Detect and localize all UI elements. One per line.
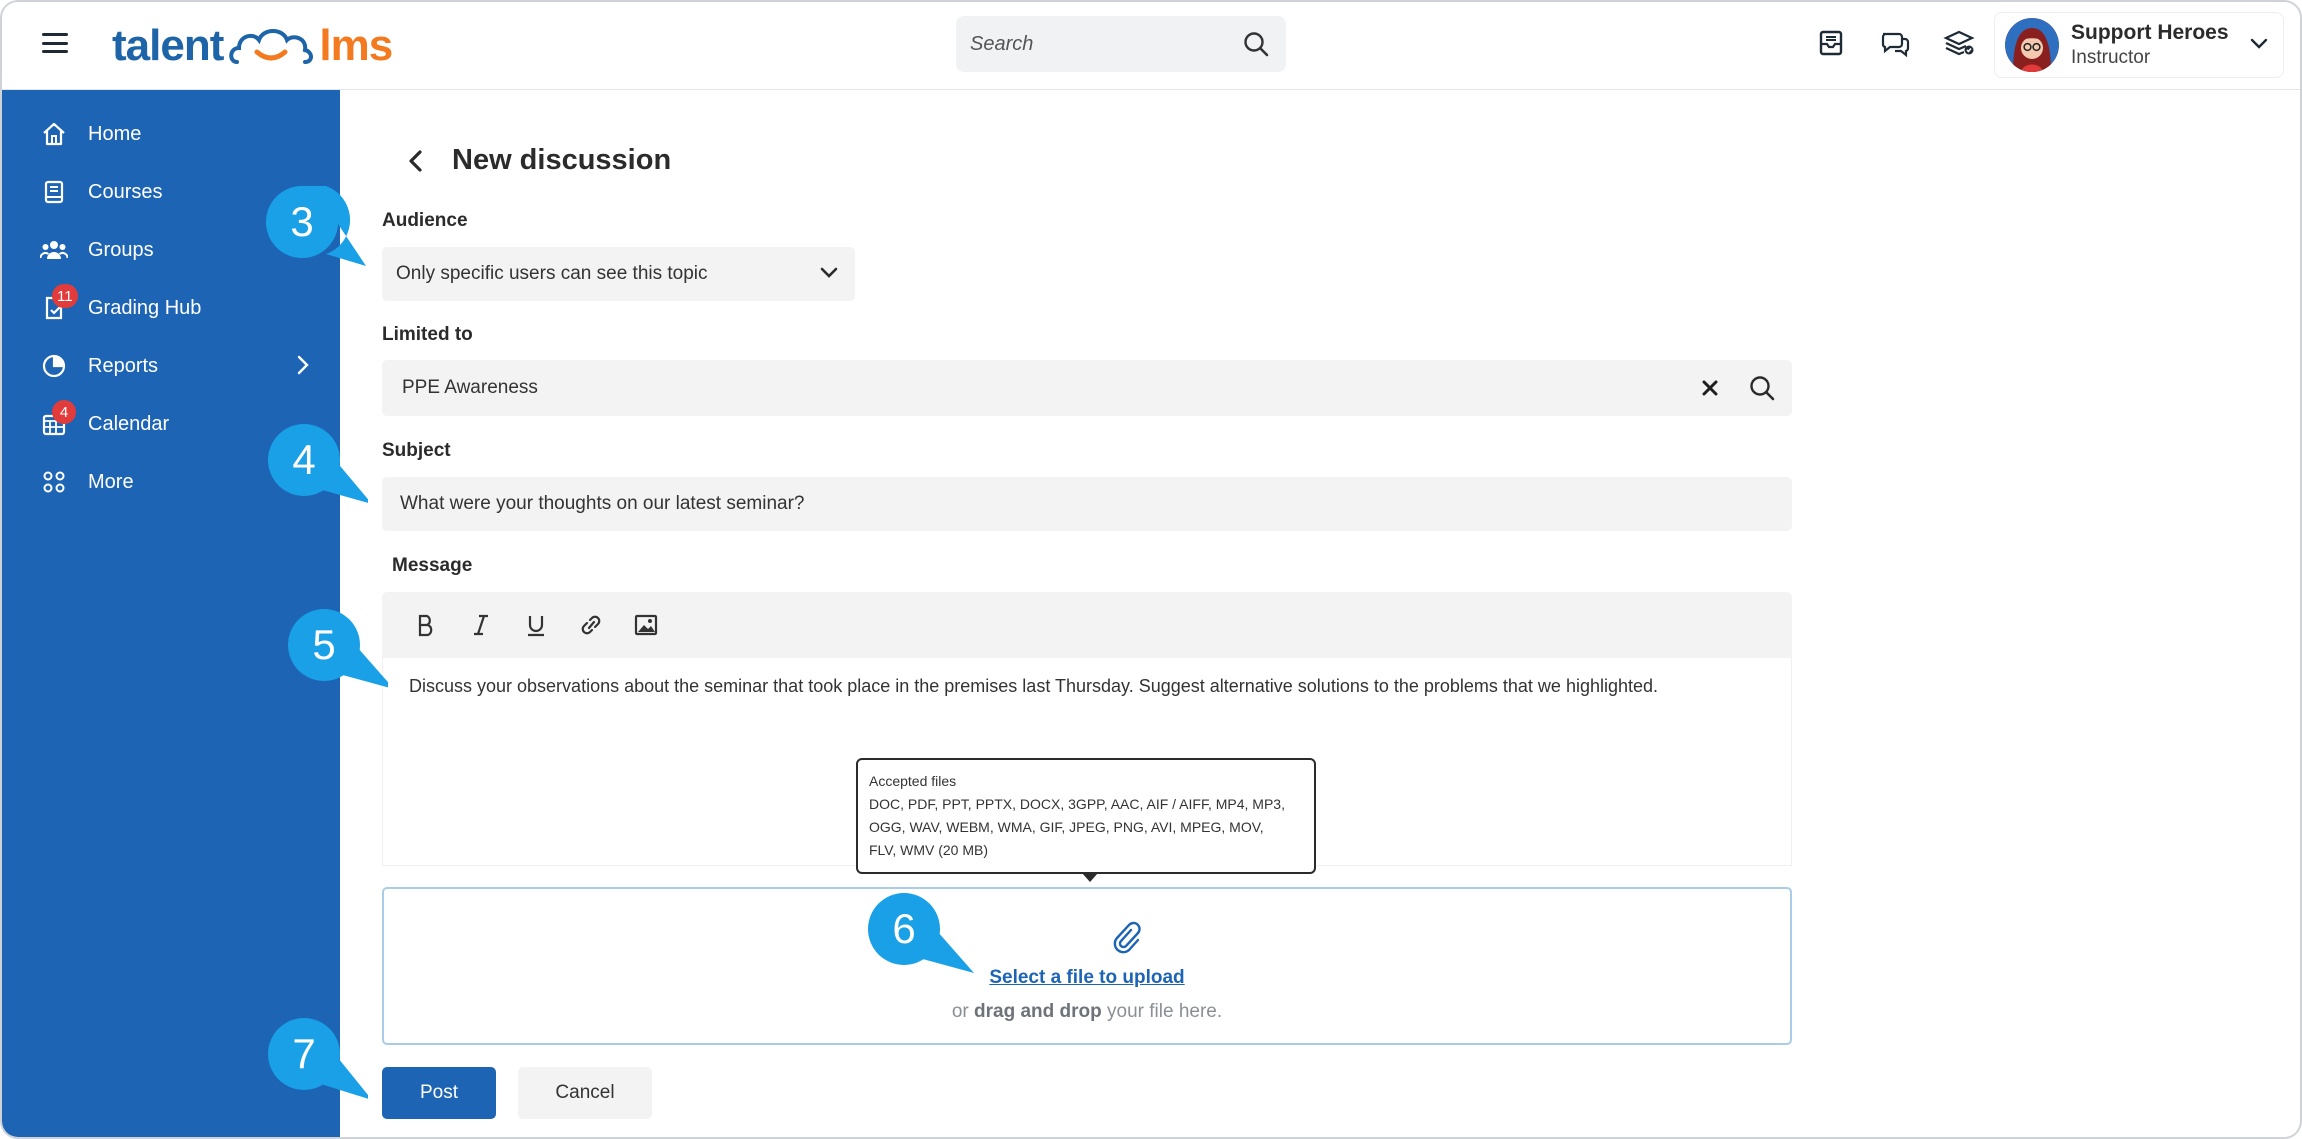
cloud-smile-icon: [229, 29, 314, 64]
callout-number: 7: [292, 1030, 316, 1077]
users-icon: [40, 236, 68, 264]
menu-icon[interactable]: [40, 30, 70, 56]
search-icon[interactable]: [1242, 30, 1270, 58]
user-role: Instructor: [2071, 47, 2151, 68]
upload-hint-bold: drag and drop: [974, 1001, 1102, 1022]
user-name: Support Heroes: [2071, 21, 2229, 44]
upload-hint: or drag and drop your file here.: [384, 1001, 1790, 1023]
search-icon[interactable]: [1748, 374, 1776, 402]
sidebar-item-home[interactable]: Home: [40, 114, 310, 154]
calendar-icon: 4: [40, 400, 76, 438]
sidebar-item-label: Courses: [88, 180, 163, 203]
sidebar-item-label: Reports: [88, 354, 159, 377]
callout-marker: 5: [288, 609, 388, 709]
link-icon[interactable]: [575, 609, 607, 641]
page-title-text: New discussion: [452, 144, 672, 176]
upload-hint-post: your file here.: [1101, 1001, 1223, 1022]
select-file-link[interactable]: Select a file to upload: [384, 967, 1790, 989]
image-icon[interactable]: [630, 609, 662, 641]
limited-to-label: Limited to: [382, 324, 473, 345]
callout-number: 4: [292, 436, 316, 483]
subject-label: Subject: [382, 440, 451, 461]
inbox-icon[interactable]: [1814, 26, 1848, 60]
logo-text-lms: lms: [319, 21, 393, 70]
tooltip-caret: [1082, 873, 1098, 882]
notification-badge: 11: [52, 284, 78, 308]
tooltip-line: FLV, WMV (20 MB): [869, 842, 989, 858]
chevron-down-icon[interactable]: [2249, 37, 2269, 51]
user-menu[interactable]: Support Heroes Instructor: [1994, 12, 2284, 78]
subject-input[interactable]: What were your thoughts on our latest se…: [382, 477, 1792, 531]
avatar: [2005, 18, 2059, 72]
callout-marker: 4: [268, 424, 368, 524]
callout-number: 5: [312, 621, 336, 668]
sidebar-item-label: Home: [88, 122, 142, 145]
courses-stack-icon[interactable]: [1942, 26, 1976, 60]
sidebar-item-label: Groups: [88, 238, 154, 261]
post-button[interactable]: Post: [382, 1067, 496, 1119]
back-arrow-icon[interactable]: [400, 145, 432, 177]
sidebar-item-label: Calendar: [88, 412, 170, 435]
message-label: Message: [392, 555, 473, 576]
talentlms-logo[interactable]: talent lms: [112, 18, 393, 74]
audience-select[interactable]: Only specific users can see this topic: [382, 247, 855, 301]
sidebar-item-grading-hub[interactable]: 11 Grading Hub: [40, 284, 310, 328]
sidebar-item-reports[interactable]: Reports: [40, 346, 310, 386]
callout-marker: 6: [868, 893, 974, 993]
pie-chart-icon: [40, 352, 68, 380]
audience-value: Only specific users can see this topic: [396, 263, 708, 284]
sidebar-item-label: Grading Hub: [88, 296, 202, 319]
editor-toolbar: [382, 592, 1792, 658]
message-text: Discuss your observations about the semi…: [409, 676, 1659, 696]
underline-icon[interactable]: [520, 609, 552, 641]
tooltip-line: OGG, WAV, WEBM, WMA, GIF, JPEG, PNG, AVI…: [869, 819, 1264, 835]
search-box: [956, 16, 1286, 72]
book-icon: [40, 178, 68, 206]
messages-icon[interactable]: [1878, 26, 1912, 60]
grid-icon: [40, 468, 68, 496]
italic-icon[interactable]: [465, 609, 497, 641]
callout-number: 3: [290, 198, 314, 245]
search-input[interactable]: [970, 28, 1230, 60]
subject-value: What were your thoughts on our latest se…: [400, 493, 805, 514]
limited-to-field[interactable]: PPE Awareness: [382, 360, 1792, 416]
notification-badge: 4: [52, 400, 76, 424]
tooltip-line: DOC, PDF, PPT, PPTX, DOCX, 3GPP, AAC, AI…: [869, 796, 1285, 812]
tooltip-title: Accepted files: [869, 773, 957, 789]
accepted-files-tooltip: Accepted files DOC, PDF, PPT, PPTX, DOCX…: [856, 758, 1316, 882]
audience-label: Audience: [382, 210, 468, 231]
upload-hint-pre: or: [951, 1001, 975, 1022]
sidebar-item-label: More: [88, 470, 134, 493]
limited-to-value: PPE Awareness: [402, 377, 538, 398]
logo-text-talent: talent: [112, 21, 224, 70]
page-title: New discussion: [400, 144, 671, 177]
close-icon[interactable]: [1700, 378, 1720, 398]
callout-marker: 7: [268, 1018, 368, 1118]
app-window: talent lms Search Support Heroes Instruc…: [0, 0, 2302, 1139]
bold-icon[interactable]: [410, 609, 442, 641]
top-bar: talent lms Search Support Heroes Instruc…: [2, 2, 2300, 90]
cancel-button[interactable]: Cancel: [518, 1067, 652, 1119]
callout-number: 6: [892, 905, 916, 952]
main-content: New discussion Audience Only specific us…: [340, 90, 2300, 1137]
paperclip-icon[interactable]: [1112, 921, 1142, 955]
home-icon: [40, 120, 68, 148]
file-dropzone[interactable]: Select a file to upload or drag and drop…: [382, 887, 1792, 1045]
chevron-down-icon: [820, 267, 838, 278]
callout-marker: 3: [266, 186, 366, 286]
grading-icon: 11: [40, 284, 78, 322]
chevron-right-icon[interactable]: [296, 354, 310, 376]
